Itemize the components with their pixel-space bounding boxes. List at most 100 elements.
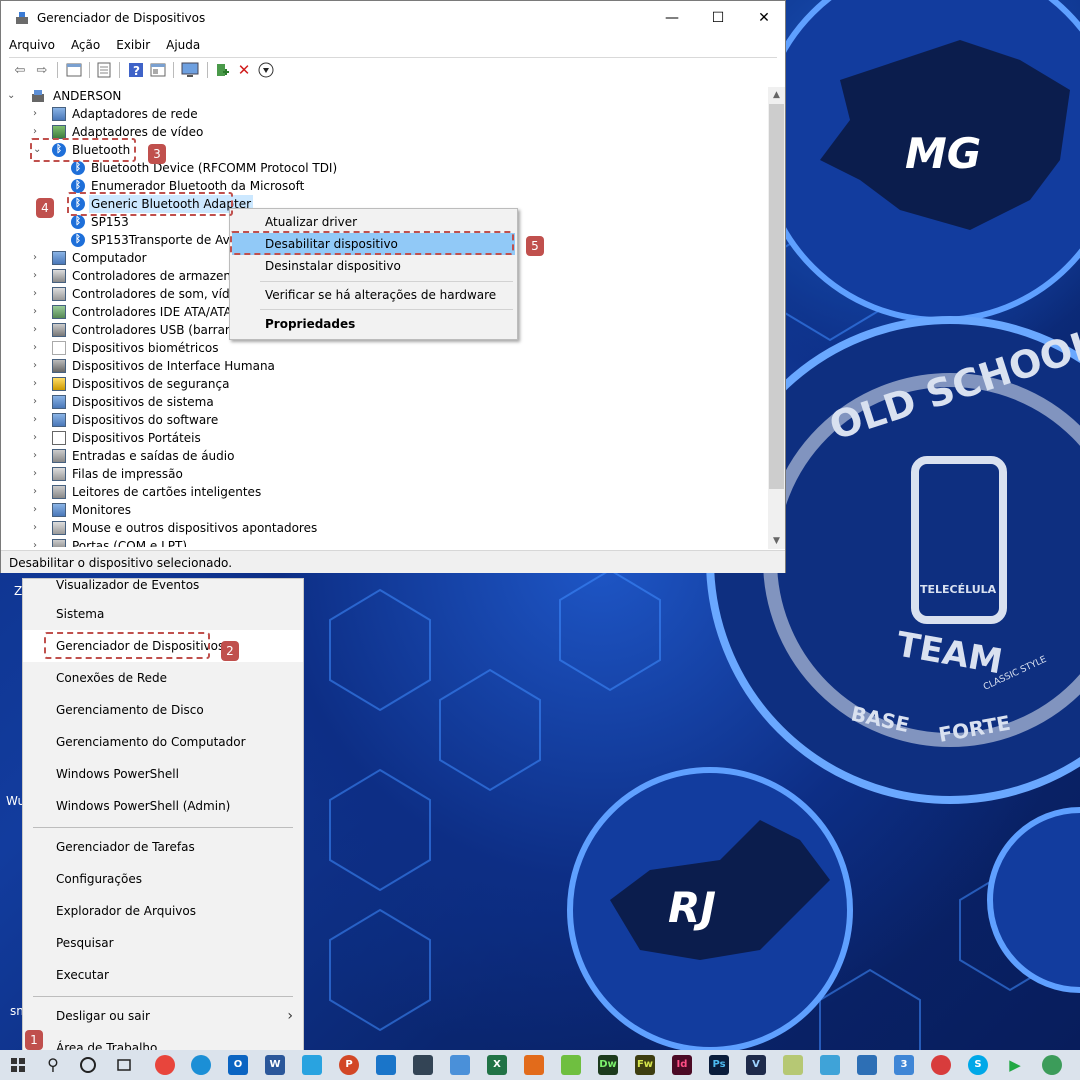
chevron-right-icon[interactable]: › [33,429,45,447]
edge-icon[interactable] [191,1055,211,1075]
minimize-button[interactable]: — [649,1,695,35]
shield-icon[interactable] [450,1055,470,1075]
chevron-right-icon[interactable]: › [33,249,45,267]
ctx-uninstall-device[interactable]: Desinstalar dispositivo [232,255,515,277]
app-icon[interactable] [302,1055,322,1075]
menu-divider [260,281,513,282]
sublime-icon[interactable] [524,1055,544,1075]
chevron-right-icon[interactable]: › [33,393,45,411]
network-icon[interactable] [413,1055,433,1075]
task-view-icon[interactable] [114,1055,134,1075]
vs-icon[interactable]: V [746,1055,766,1075]
chevron-right-icon[interactable]: › [33,501,45,519]
chevron-down-icon[interactable]: ⌄ [9,87,19,105]
step-badge-1: 1 [25,1030,43,1050]
menu-item-powershell[interactable]: Windows PowerShell [23,758,303,790]
tree-item-label: Adaptadores de rede [72,107,198,121]
port-icon [52,539,66,547]
menu-ajuda[interactable]: Ajuda [158,35,208,57]
ctx-update-driver[interactable]: Atualizar driver [232,211,515,233]
download-icon[interactable] [257,61,275,79]
chevron-right-icon[interactable]: › [33,267,45,285]
menu-exibir[interactable]: Exibir [108,35,158,57]
word-icon[interactable]: W [265,1055,285,1075]
scroll-up-icon[interactable]: ▲ [768,87,785,103]
back-icon[interactable]: ⇦ [11,61,29,79]
menu-item-file-explorer[interactable]: Explorador de Arquivos [23,895,303,927]
vertical-scrollbar[interactable]: ▲ ▼ [768,87,785,549]
menu-item-shutdown[interactable]: Desligar ou sair › [23,1000,303,1032]
chevron-right-icon[interactable]: › [33,339,45,357]
remove-icon[interactable]: ✕ [235,61,253,79]
scroll-thumb[interactable] [769,104,784,489]
menu-item-computer-management[interactable]: Gerenciamento do Computador [23,726,303,758]
skype-icon[interactable]: S [968,1055,988,1075]
forward-icon[interactable]: ⇨ [33,61,51,79]
chevron-right-icon[interactable]: › [33,285,45,303]
outlook-icon[interactable]: O [228,1055,248,1075]
taskbar: ⚲ O W P X Dw Fw Id Ps V 3 S ▶ [0,1050,1080,1080]
menu-item-system[interactable]: Sistema [23,598,303,630]
scroll-down-icon[interactable]: ▼ [768,533,785,549]
chevron-right-icon[interactable]: › [33,483,45,501]
chevron-right-icon[interactable]: › [33,105,45,123]
list-icon[interactable] [95,61,113,79]
properties-icon[interactable] [65,61,83,79]
menu-divider [260,309,513,310]
fireworks-icon[interactable]: Fw [635,1055,655,1075]
maximize-button[interactable]: ☐ [695,1,741,35]
app-green-icon[interactable] [561,1055,581,1075]
tree-item-label: Dispositivos do software [72,413,219,427]
menu-item-run[interactable]: Executar [23,959,303,991]
printer-icon [52,467,66,481]
dreamweaver-icon[interactable]: Dw [598,1055,618,1075]
menu-arquivo[interactable]: Arquivo [1,35,63,57]
chevron-right-icon[interactable]: › [33,321,45,339]
edge-blue-icon[interactable] [376,1055,396,1075]
photoshop-icon[interactable]: Ps [709,1055,729,1075]
close-button[interactable]: ✕ [741,1,787,35]
menu-item-network-connections[interactable]: Conexões de Rede [23,662,303,694]
download-icon[interactable] [857,1055,877,1075]
title-bar[interactable]: Gerenciador de Dispositivos — ☐ ✕ [1,1,785,35]
menu-item-settings[interactable]: Configurações [23,863,303,895]
add-driver-icon[interactable] [213,61,231,79]
computer-icon [32,90,44,102]
app-photo-icon[interactable] [783,1055,803,1075]
menu-item-disk-management[interactable]: Gerenciamento de Disco [23,694,303,726]
tree-item-label: Computador [72,251,147,265]
help-icon[interactable]: ? [127,61,145,79]
app-3-icon[interactable]: 3 [894,1055,914,1075]
excel-icon[interactable]: X [487,1055,507,1075]
ctx-scan-hardware[interactable]: Verificar se há alterações de hardware [232,284,515,306]
cortana-icon[interactable] [78,1055,98,1075]
chrome-icon[interactable] [155,1055,175,1075]
chevron-right-icon[interactable]: › [33,465,45,483]
menu-item-search[interactable]: Pesquisar [23,927,303,959]
chevron-right-icon[interactable]: › [33,447,45,465]
search-icon[interactable]: ⚲ [43,1055,63,1075]
view-icon[interactable] [149,61,167,79]
toolbar: ⇦ ⇨ ? ✕ [9,57,777,82]
chevron-right-icon[interactable]: › [33,519,45,537]
app-red-icon[interactable] [931,1055,951,1075]
chevron-right-icon[interactable]: › [33,357,45,375]
annotation-box-bluetooth [30,138,136,162]
chevron-right-icon[interactable]: › [33,375,45,393]
chevron-right-icon[interactable]: › [33,537,45,547]
indesign-icon[interactable]: Id [672,1055,692,1075]
tree-item-label: Mouse e outros dispositivos apontadores [72,521,318,535]
monitor-icon[interactable] [181,61,199,79]
chevron-right-icon[interactable]: › [33,411,45,429]
menu-item-powershell-admin[interactable]: Windows PowerShell (Admin) [23,790,303,822]
powerpoint-icon[interactable]: P [339,1055,359,1075]
menu-item-task-manager[interactable]: Gerenciador de Tarefas [23,831,303,863]
play-icon[interactable]: ▶ [1005,1055,1025,1075]
menu-acao[interactable]: Ação [63,35,108,57]
app-camera-icon[interactable] [820,1055,840,1075]
start-button[interactable] [0,1050,36,1080]
maps-icon[interactable] [1042,1055,1062,1075]
chevron-right-icon[interactable]: › [33,303,45,321]
menu-item-desktop[interactable]: Área de Trabalho [23,1032,303,1051]
ctx-properties[interactable]: Propriedades [232,313,515,335]
